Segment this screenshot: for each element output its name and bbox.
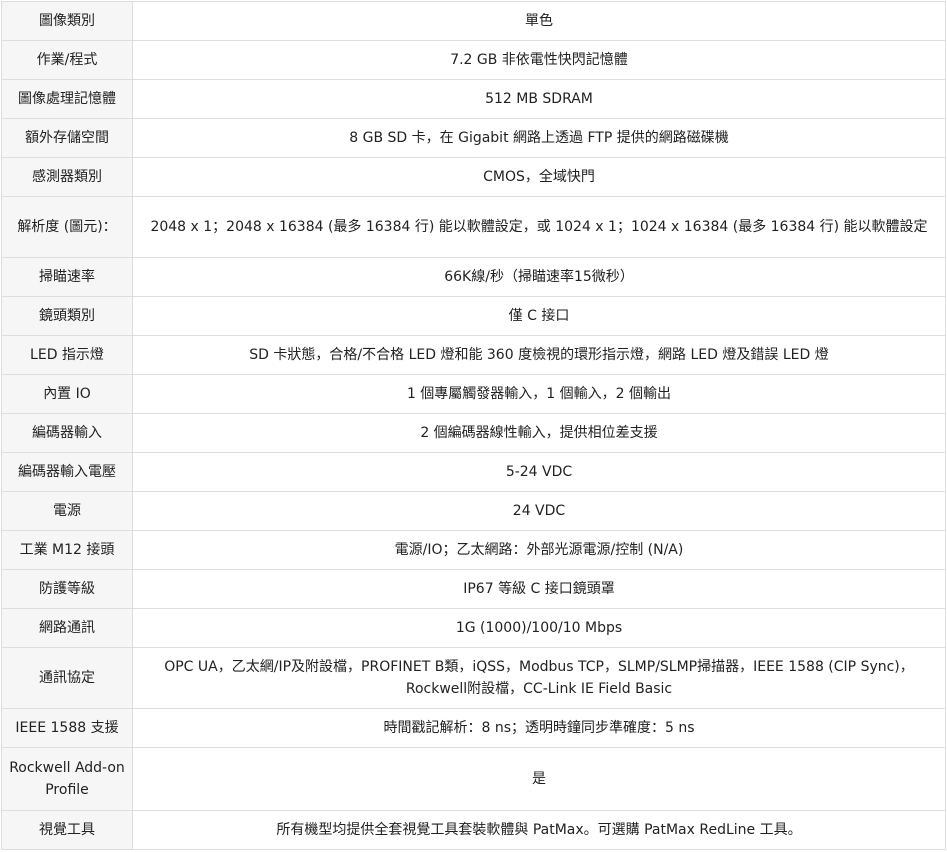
spec-value: 所有機型均提供全套視覺工具套裝軟體與 PatMax。可選購 PatMax Red… <box>132 810 946 850</box>
spec-label: 工業 M12 接頭 <box>1 530 133 570</box>
spec-row-built-in-io: 內置 IO 1 個專屬觸發器輸入，1 個輸入，2 個輸出 <box>1 374 946 414</box>
spec-row-encoder-input: 編碼器輸入 2 個編碼器線性輸入，提供相位差支援 <box>1 413 946 453</box>
spec-row-network: 網路通訊 1G (1000)/100/10 Mbps <box>1 608 946 648</box>
spec-row-job-program: 作業/程式 7.2 GB 非依電性快閃記憶體 <box>1 40 946 80</box>
spec-row-power: 電源 24 VDC <box>1 491 946 531</box>
spec-value: 時間戳記解析：8 ns；透明時鐘同步準確度：5 ns <box>132 708 946 748</box>
spec-row-sensor-type: 感測器類別 CMOS，全域快門 <box>1 157 946 197</box>
spec-label: IEEE 1588 支援 <box>1 708 133 748</box>
spec-row-protocols: 通訊協定 OPC UA，乙太網/IP及附設檔，PROFINET B類，iQSS，… <box>1 647 946 709</box>
spec-label: 感測器類別 <box>1 157 133 197</box>
spec-value: 2 個編碼器線性輸入，提供相位差支援 <box>132 413 946 453</box>
spec-row-rockwell-aop: Rockwell Add-on Profile 是 <box>1 747 946 811</box>
spec-label: 視覺工具 <box>1 810 133 850</box>
spec-value: 5-24 VDC <box>132 452 946 492</box>
spec-value: 電源/IO；乙太網路：外部光源電源/控制 (N/A) <box>132 530 946 570</box>
spec-value: 7.2 GB 非依電性快閃記憶體 <box>132 40 946 80</box>
spec-value: CMOS，全域快門 <box>132 157 946 197</box>
spec-label: Rockwell Add-on Profile <box>1 747 133 811</box>
spec-row-led-indicators: LED 指示燈 SD 卡狀態，合格/不合格 LED 燈和能 360 度檢視的環形… <box>1 335 946 375</box>
spec-row-scan-rate: 掃瞄速率 66K線/秒（掃瞄速率15微秒） <box>1 257 946 297</box>
spec-row-image-type: 圖像類別 單色 <box>1 1 946 41</box>
spec-row-m12-connector: 工業 M12 接頭 電源/IO；乙太網路：外部光源電源/控制 (N/A) <box>1 530 946 570</box>
spec-label: 鏡頭類別 <box>1 296 133 336</box>
spec-row-resolution: 解析度 (圖元)： 2048 x 1；2048 x 16384 (最多 1638… <box>1 196 946 258</box>
spec-label: 通訊協定 <box>1 647 133 709</box>
spec-label: 編碼器輸入電壓 <box>1 452 133 492</box>
spec-row-encoder-voltage: 編碼器輸入電壓 5-24 VDC <box>1 452 946 492</box>
spec-row-image-memory: 圖像處理記憶體 512 MB SDRAM <box>1 79 946 119</box>
spec-row-ieee-1588: IEEE 1588 支援 時間戳記解析：8 ns；透明時鐘同步準確度：5 ns <box>1 708 946 748</box>
spec-value: 66K線/秒（掃瞄速率15微秒） <box>132 257 946 297</box>
spec-label: 額外存儲空間 <box>1 118 133 158</box>
spec-value: 1G (1000)/100/10 Mbps <box>132 608 946 648</box>
spec-label: 網路通訊 <box>1 608 133 648</box>
spec-row-extra-storage: 額外存儲空間 8 GB SD 卡，在 Gigabit 網路上透過 FTP 提供的… <box>1 118 946 158</box>
spec-label: 圖像類別 <box>1 1 133 41</box>
spec-value: 單色 <box>132 1 946 41</box>
spec-label: 電源 <box>1 491 133 531</box>
spec-value: 2048 x 1；2048 x 16384 (最多 16384 行) 能以軟體設… <box>132 196 946 258</box>
spec-label: 掃瞄速率 <box>1 257 133 297</box>
spec-value: 8 GB SD 卡，在 Gigabit 網路上透過 FTP 提供的網路磁碟機 <box>132 118 946 158</box>
spec-value: OPC UA，乙太網/IP及附設檔，PROFINET B類，iQSS，Modbu… <box>132 647 946 709</box>
spec-label: 作業/程式 <box>1 40 133 80</box>
spec-row-vision-tools: 視覺工具 所有機型均提供全套視覺工具套裝軟體與 PatMax。可選購 PatMa… <box>1 810 946 850</box>
spec-value: SD 卡狀態，合格/不合格 LED 燈和能 360 度檢視的環形指示燈，網路 L… <box>132 335 946 375</box>
spec-row-protection-rating: 防護等級 IP67 等級 C 接口鏡頭罩 <box>1 569 946 609</box>
spec-value: 24 VDC <box>132 491 946 531</box>
spec-label: 內置 IO <box>1 374 133 414</box>
spec-label: LED 指示燈 <box>1 335 133 375</box>
spec-value: 是 <box>132 747 946 811</box>
spec-label: 編碼器輸入 <box>1 413 133 453</box>
spec-label: 圖像處理記憶體 <box>1 79 133 119</box>
spec-value: 僅 C 接口 <box>132 296 946 336</box>
spec-table: 圖像類別 單色 作業/程式 7.2 GB 非依電性快閃記憶體 圖像處理記憶體 5… <box>1 1 946 850</box>
spec-label: 防護等級 <box>1 569 133 609</box>
spec-label: 解析度 (圖元)： <box>1 196 133 258</box>
spec-value: 512 MB SDRAM <box>132 79 946 119</box>
spec-row-lens-type: 鏡頭類別 僅 C 接口 <box>1 296 946 336</box>
spec-value: 1 個專屬觸發器輸入，1 個輸入，2 個輸出 <box>132 374 946 414</box>
spec-value: IP67 等級 C 接口鏡頭罩 <box>132 569 946 609</box>
